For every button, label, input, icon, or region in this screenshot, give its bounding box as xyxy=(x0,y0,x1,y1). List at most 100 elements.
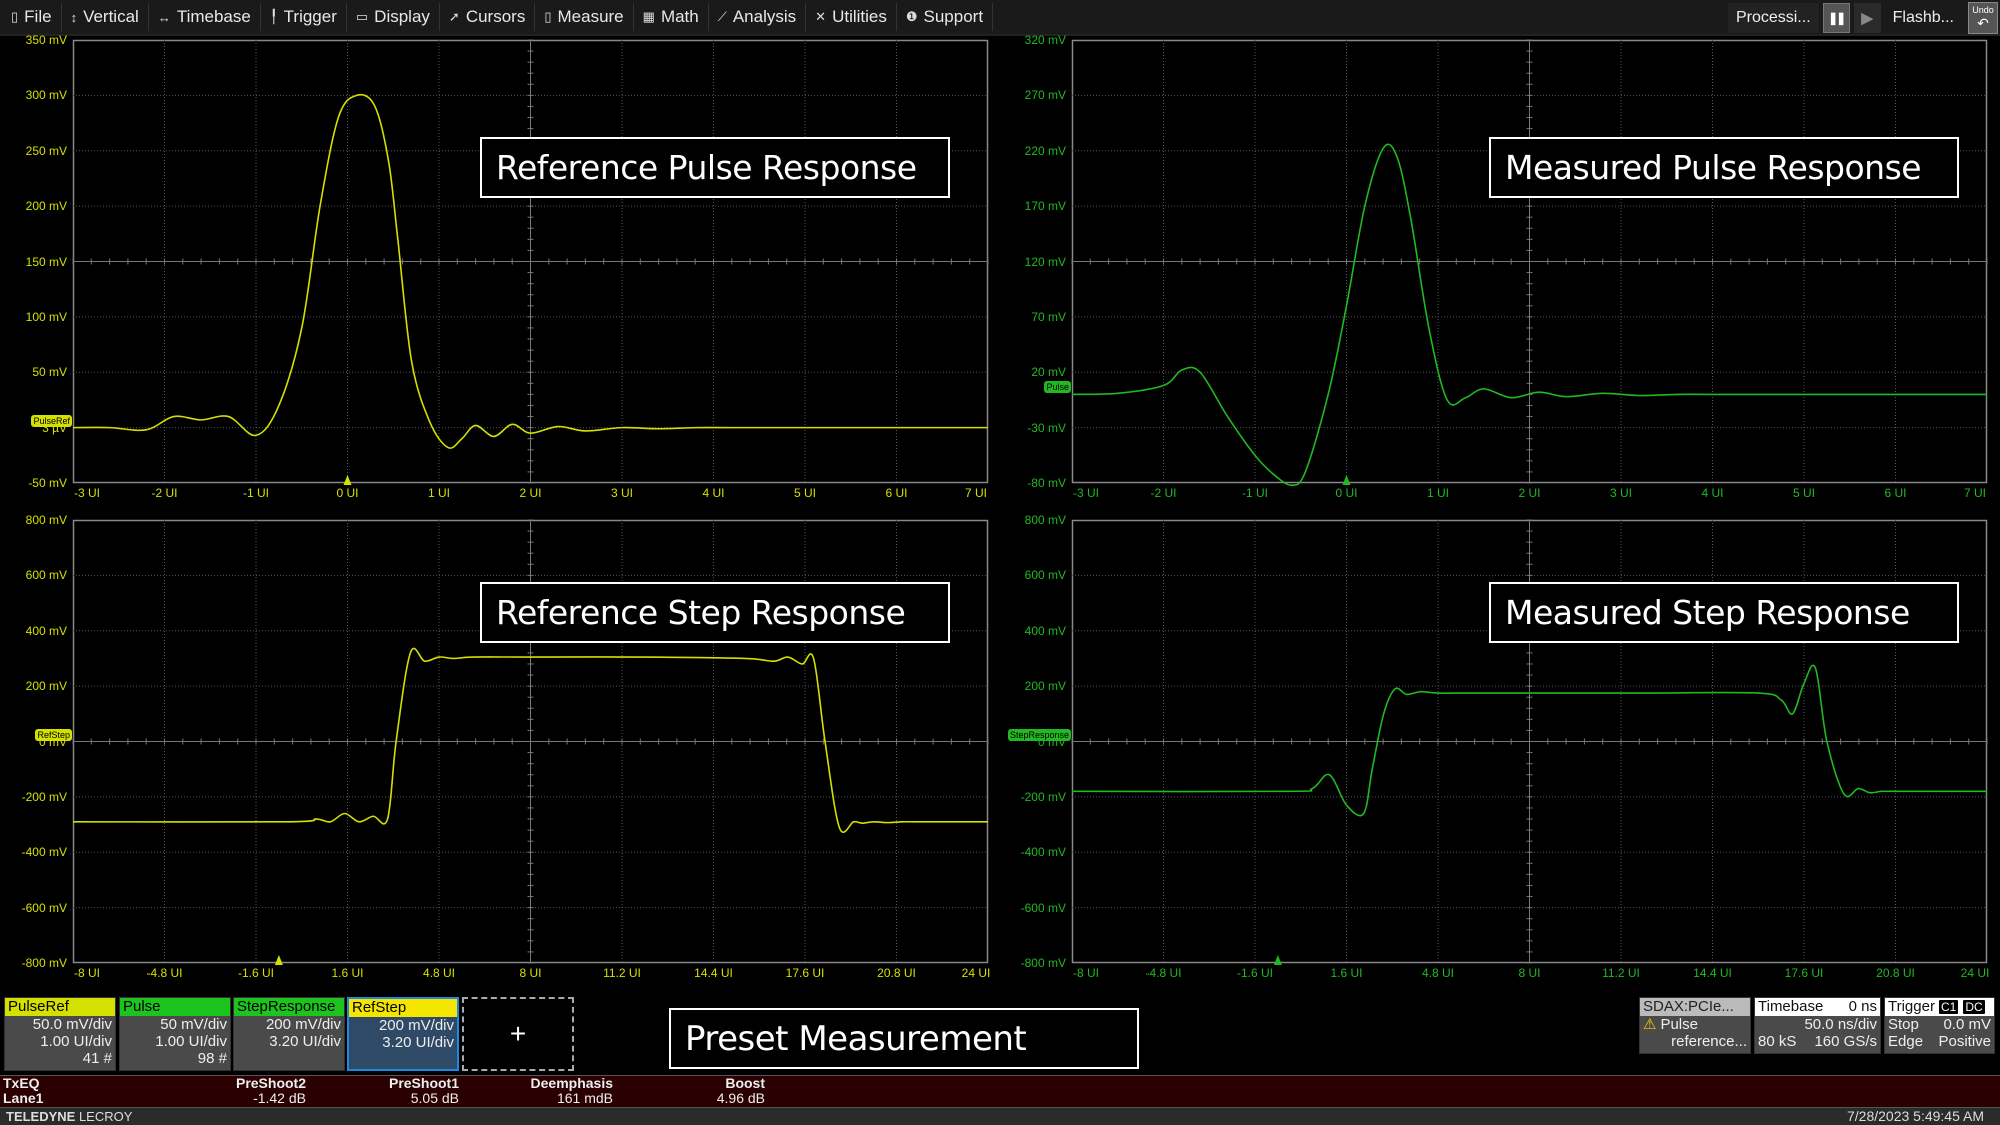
x-tick-label: 1 UI xyxy=(427,486,451,500)
flashback-button[interactable]: Flashb... xyxy=(1885,3,1962,33)
y-tick-label: -400 mV xyxy=(1020,845,1066,860)
trace-label-pulse[interactable]: Pulse xyxy=(1044,381,1071,394)
y-tick-label: 320 mV xyxy=(1024,33,1066,47)
sdax-line1: Pulse xyxy=(1660,1016,1698,1033)
timebase-descriptor[interactable]: Timebase 0 ns 50.0 ns/div 80 kS 160 GS/s xyxy=(1754,997,1881,1054)
menu-display[interactable]: ▭ Display xyxy=(347,3,440,31)
x-tick-label: -2 UI xyxy=(1150,486,1177,500)
trigger-slope: Positive xyxy=(1938,1033,1991,1050)
channel-name: PulseRef xyxy=(5,998,115,1016)
timebase-rate: 160 GS/s xyxy=(1814,1033,1877,1050)
menu-cursors[interactable]: ➚ Cursors xyxy=(440,3,536,31)
y-tick-label: 150 mV xyxy=(25,254,67,269)
x-tick-label: -8 UI xyxy=(1072,966,1100,980)
x-tick-label: 2 UI xyxy=(1518,486,1541,500)
channel-name: Pulse xyxy=(120,998,230,1016)
plus-icon: + xyxy=(509,1018,527,1049)
menu-bar: ▯ File ↕ Vertical ↔ Timebase ╿ Trigger ▭ Display ➚… xyxy=(0,0,2000,36)
y-tick-label: 300 mV xyxy=(25,88,67,103)
x-tick-label: 8 UI xyxy=(519,966,542,980)
x-tick-label: 3 UI xyxy=(610,486,634,500)
menu-file[interactable]: ▯ File xyxy=(2,3,62,31)
x-tick-label: 3 UI xyxy=(1609,486,1633,500)
x-tick-label: 1.6 UI xyxy=(331,966,364,980)
menu-label: Display xyxy=(374,7,430,26)
play-button[interactable]: ▶ xyxy=(1853,3,1881,33)
y-tick-label: -200 mV xyxy=(1020,789,1066,804)
processing-button[interactable]: Processi... xyxy=(1727,3,1819,33)
timebase-samples: 80 kS xyxy=(1758,1033,1797,1050)
x-tick-label: 1.6 UI xyxy=(1330,966,1363,980)
y-tick-label: 270 mV xyxy=(1024,88,1066,103)
menu-measure[interactable]: ▯ Measure xyxy=(535,3,634,31)
x-tick-label: -4.8 UI xyxy=(1145,966,1182,980)
x-tick-label: 7 UI xyxy=(964,486,988,500)
meas-pulse-annotation: Measured Pulse Response xyxy=(1489,137,1959,198)
calculator-icon: ▦ xyxy=(642,9,655,24)
param-column-preshoot2[interactable]: PreShoot2 -1.42 dB xyxy=(236,1076,306,1106)
sdax-descriptor[interactable]: SDAX:PCIe... ⚠ Pulse reference... xyxy=(1639,997,1751,1054)
param-column-boost[interactable]: Boost 4.96 dB xyxy=(717,1076,765,1106)
menu-label: Measure xyxy=(557,7,624,26)
y-tick-label: 600 mV xyxy=(1024,568,1066,583)
meas-pulse-grid[interactable] xyxy=(1071,39,1988,487)
channel-sweep-count: 41 # xyxy=(82,1050,112,1067)
menu-analysis[interactable]: ⟋ Analysis xyxy=(709,3,807,31)
menu-utilities[interactable]: ✕ Utilities xyxy=(806,3,897,31)
menu-support[interactable]: ❶ Support xyxy=(897,3,994,31)
x-tick-label: 4 UI xyxy=(1701,486,1724,500)
param-name: Boost xyxy=(725,1075,765,1091)
x-tick-label: 4.8 UI xyxy=(1421,966,1455,980)
y-tick-label: 400 mV xyxy=(1024,623,1066,638)
y-tick-label: 200 mV xyxy=(25,679,67,694)
y-tick-label: 200 mV xyxy=(1024,679,1066,694)
x-tick-label: 11.2 UI xyxy=(1602,966,1640,980)
trace-label-pulseref[interactable]: PulseRef xyxy=(31,414,72,427)
undo-button[interactable]: Undo ↶ xyxy=(1968,2,1998,34)
date-time: 7/28/2023 5:49:45 AM xyxy=(1847,1108,1984,1124)
y-tick-label: -50 mV xyxy=(28,476,67,490)
x-tick-label: -3 UI xyxy=(1072,486,1100,500)
channel-descriptor-pulse[interactable]: Pulse 50 mV/div 1.00 UI/div 98 # xyxy=(119,997,231,1071)
channel-descriptor-refstep[interactable]: RefStep 200 mV/div 3.20 UI/div xyxy=(347,997,459,1071)
menu-math[interactable]: ▦ Math xyxy=(634,3,709,31)
channel-descriptor-pulseref[interactable]: PulseRef 50.0 mV/div 1.00 UI/div 41 # xyxy=(4,997,116,1071)
menu-label: Vertical xyxy=(83,7,139,26)
timebase-title: Timebase xyxy=(1758,998,1824,1015)
menu-vertical[interactable]: ↕ Vertical xyxy=(62,3,149,31)
channel-horizontal-scale: 1.00 UI/div xyxy=(40,1033,112,1050)
param-column-preshoot1[interactable]: PreShoot1 5.05 dB xyxy=(389,1076,459,1106)
y-tick-label: 100 mV xyxy=(25,309,67,324)
x-tick-label: 0 UI xyxy=(336,486,359,500)
add-channel-button[interactable]: + xyxy=(462,997,574,1071)
x-tick-label: 14.4 UI xyxy=(694,966,733,980)
menu-trigger[interactable]: ╿ Trigger xyxy=(261,3,347,31)
channel-vertical-scale: 200 mV/div xyxy=(378,1017,454,1034)
menu-timebase[interactable]: ↔ Timebase xyxy=(149,3,261,31)
menu-label: Timebase xyxy=(176,7,251,26)
pause-button[interactable]: ❚❚ xyxy=(1822,3,1850,33)
channel-descriptor-stepresponse[interactable]: StepResponse 200 mV/div 3.20 UI/div xyxy=(233,997,345,1071)
param-column-deemphasis[interactable]: Deemphasis 161 mdB xyxy=(531,1076,613,1106)
menu-label: File xyxy=(24,7,52,26)
trace-label-stepresponse[interactable]: StepResponse xyxy=(1007,728,1071,741)
menu-label: Analysis xyxy=(732,7,797,26)
x-tick-label: -8 UI xyxy=(73,966,101,980)
x-tick-label: 20.8 UI xyxy=(877,966,916,980)
channel-horizontal-scale: 3.20 UI/div xyxy=(382,1034,454,1051)
x-tick-label: -3 UI xyxy=(73,486,101,500)
ref-pulse-grid[interactable] xyxy=(72,39,989,485)
x-tick-label: 17.6 UI xyxy=(1784,966,1824,980)
file-icon: ▯ xyxy=(11,9,19,24)
undo-label: Undo xyxy=(1972,5,1994,15)
x-tick-label: 7 UI xyxy=(1963,486,1987,500)
ref-pulse-annotation: Reference Pulse Response xyxy=(480,137,950,198)
timebase-delay: 0 ns xyxy=(1848,998,1877,1015)
x-tick-label: 14.4 UI xyxy=(1693,966,1732,980)
analysis-chart-icon: ⟋ xyxy=(717,9,727,24)
trace-label-refstep[interactable]: RefStep xyxy=(35,728,72,741)
y-tick-label: -200 mV xyxy=(21,789,67,804)
menu-label: Cursors xyxy=(465,7,526,26)
x-tick-label: -1 UI xyxy=(242,486,270,500)
trigger-descriptor[interactable]: Trigger C1 DC Stop 0.0 mV Edge Positive xyxy=(1884,997,1995,1054)
